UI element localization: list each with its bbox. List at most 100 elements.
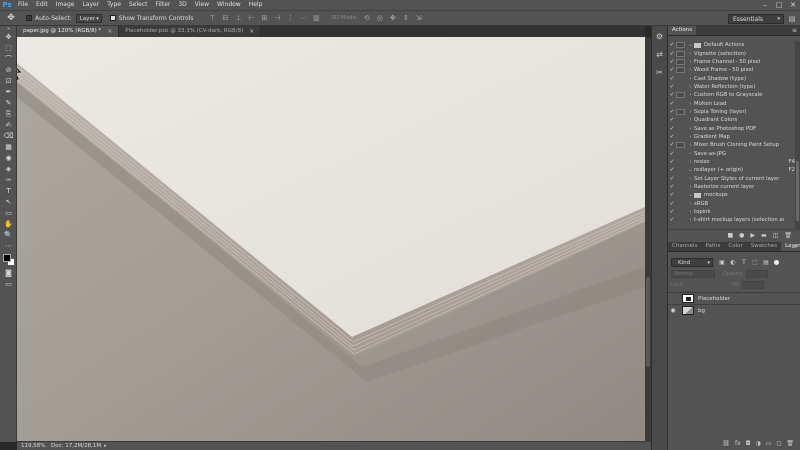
- tab-paper[interactable]: paper.jpg @ 120% (RGB/8) * ×: [17, 26, 120, 37]
- layer-style-icon[interactable]: fx: [735, 440, 741, 447]
- dialog-toggle[interactable]: [676, 76, 685, 82]
- path-select-tool-icon[interactable]: ↖: [0, 197, 17, 208]
- eyedropper-tool-icon[interactable]: ✒: [0, 87, 17, 98]
- tab-paths[interactable]: Paths: [701, 242, 724, 251]
- close-window-button[interactable]: ✕: [786, 0, 800, 10]
- history-panel-icon[interactable]: ⚙: [652, 30, 667, 44]
- menu-filter[interactable]: Filter: [152, 0, 175, 10]
- expand-chevron-icon[interactable]: ›: [687, 201, 694, 207]
- action-enabled-check[interactable]: ✓: [668, 176, 676, 182]
- add-mask-icon[interactable]: ◘: [746, 440, 751, 447]
- marquee-tool-icon[interactable]: ⬚: [0, 43, 17, 54]
- auto-select-checkbox[interactable]: [26, 15, 32, 21]
- layers-menu-icon[interactable]: ≡: [792, 242, 797, 252]
- dialog-toggle[interactable]: [676, 117, 685, 123]
- expand-chevron-icon[interactable]: ›: [687, 142, 694, 148]
- expand-chevron-icon[interactable]: ›: [687, 217, 694, 223]
- close-icon[interactable]: ×: [249, 26, 254, 37]
- delete-layer-icon[interactable]: 🗑: [786, 440, 794, 447]
- dialog-toggle[interactable]: [676, 58, 685, 65]
- dialog-toggle[interactable]: [676, 217, 685, 223]
- action-row[interactable]: ✓ › Water Reflection (type): [668, 83, 800, 91]
- screen-mode-icon[interactable]: ▭: [0, 279, 17, 290]
- action-row[interactable]: ✓ ⌄ Default Actions: [668, 41, 800, 49]
- action-enabled-check[interactable]: ✓: [668, 84, 676, 90]
- filter-shape-icon[interactable]: ⬚: [751, 259, 759, 266]
- action-enabled-check[interactable]: ✓: [668, 76, 676, 82]
- expand-chevron-icon[interactable]: ›: [687, 92, 694, 98]
- workspace-dropdown[interactable]: Essentials: [728, 14, 784, 24]
- expand-chevron-icon[interactable]: ›: [687, 176, 694, 182]
- adjustment-layer-icon[interactable]: ◑: [755, 440, 760, 447]
- play-icon[interactable]: ▶: [750, 232, 755, 239]
- menu-view[interactable]: View: [191, 0, 213, 10]
- expand-chevron-icon[interactable]: ›: [687, 67, 694, 73]
- delete-action-icon[interactable]: 🗑: [784, 232, 792, 239]
- dialog-toggle[interactable]: [676, 142, 685, 149]
- menu-3d[interactable]: 3D: [174, 0, 190, 10]
- expand-chevron-icon[interactable]: ›: [687, 76, 694, 82]
- dialog-toggle[interactable]: [676, 126, 685, 132]
- new-set-icon[interactable]: ▬: [761, 232, 767, 239]
- layer-row-placeholder[interactable]: Placeholder: [668, 292, 800, 304]
- action-enabled-check[interactable]: ✓: [668, 126, 676, 132]
- action-row[interactable]: ✓ › Cast Shadow (type): [668, 74, 800, 82]
- menu-image[interactable]: Image: [52, 0, 79, 10]
- action-row[interactable]: ✓ › Molten Lead: [668, 99, 800, 107]
- properties-panel-icon[interactable]: ⇄: [652, 48, 667, 62]
- zoom-level[interactable]: 119,58%: [17, 443, 47, 449]
- filter-pixel-icon[interactable]: ▣: [718, 259, 726, 266]
- action-row[interactable]: ✓ › sRGB: [668, 200, 800, 208]
- action-row[interactable]: ✓ › Custom RGB to Grayscale: [668, 91, 800, 99]
- action-row[interactable]: ✓ › Set Layer Styles of current layer: [668, 175, 800, 183]
- type-tool-icon[interactable]: T: [0, 186, 17, 197]
- action-row[interactable]: ✓ › Save-as-JPG: [668, 149, 800, 157]
- expand-chevron-icon[interactable]: ›: [687, 134, 694, 140]
- 3d-slide-icon[interactable]: ⇕: [401, 14, 411, 23]
- blur-tool-icon[interactable]: ◉: [0, 153, 17, 164]
- menu-file[interactable]: File: [14, 0, 32, 10]
- rectangle-tool-icon[interactable]: ▭: [0, 208, 17, 219]
- workspace-settings-icon[interactable]: ▤: [787, 14, 797, 24]
- menu-help[interactable]: Help: [245, 0, 267, 10]
- action-row[interactable]: ✓ ⌄ mockups: [668, 191, 800, 199]
- auto-align-icon[interactable]: ▥: [311, 14, 321, 23]
- stop-recording-icon[interactable]: ■: [727, 232, 733, 239]
- action-row[interactable]: ✓ › Quadrant Colors: [668, 116, 800, 124]
- filter-toggle[interactable]: [774, 259, 779, 265]
- foreground-color-swatch[interactable]: [3, 254, 11, 262]
- dialog-toggle[interactable]: [676, 167, 685, 173]
- filter-adjustment-icon[interactable]: ◐: [729, 259, 737, 266]
- tab-placeholder[interactable]: Placeholder.psb @ 33,3% (CV-dark, RGB/8)…: [119, 26, 262, 37]
- expand-chevron-icon[interactable]: ›: [687, 59, 694, 65]
- action-enabled-check[interactable]: ✓: [668, 109, 676, 115]
- align-top-icon[interactable]: ⊤: [207, 14, 217, 23]
- eraser-tool-icon[interactable]: ⌫: [0, 131, 17, 142]
- tab-channels[interactable]: Channels: [668, 242, 701, 251]
- dialog-toggle[interactable]: [676, 84, 685, 90]
- actions-scrollbar[interactable]: [795, 41, 800, 229]
- action-enabled-check[interactable]: ✓: [668, 92, 676, 98]
- dialog-toggle[interactable]: [676, 184, 685, 190]
- action-row[interactable]: ✓ › Rasterize current layer: [668, 183, 800, 191]
- action-enabled-check[interactable]: ✓: [668, 101, 676, 107]
- align-right-icon[interactable]: ⊣: [272, 14, 282, 23]
- action-enabled-check[interactable]: ✓: [668, 184, 676, 190]
- filter-type-icon[interactable]: T: [740, 259, 748, 266]
- status-menu-icon[interactable]: ▸: [104, 443, 107, 449]
- expand-chevron-icon[interactable]: ⌄: [687, 42, 694, 48]
- action-row[interactable]: ✓ ›t-shirt mockup layers (selection acti.…: [668, 216, 800, 224]
- actions-menu-icon[interactable]: ≡: [792, 26, 797, 36]
- expand-chevron-icon[interactable]: ›: [687, 184, 694, 190]
- menu-select[interactable]: Select: [125, 0, 152, 10]
- expand-chevron-icon[interactable]: ›: [687, 209, 694, 215]
- menu-window[interactable]: Window: [213, 0, 245, 10]
- new-action-icon[interactable]: ◫: [773, 232, 779, 239]
- auto-select-target-dropdown[interactable]: Layer: [75, 13, 102, 23]
- close-icon[interactable]: ×: [107, 26, 112, 37]
- action-enabled-check[interactable]: ✓: [668, 134, 676, 140]
- expand-chevron-icon[interactable]: ›: [687, 159, 694, 165]
- action-row[interactable]: ✓ ⌄ redlayer (+ origin) F2: [668, 166, 800, 174]
- dialog-toggle[interactable]: [676, 108, 685, 115]
- action-row[interactable]: ✓ › Vignette (selection): [668, 49, 800, 57]
